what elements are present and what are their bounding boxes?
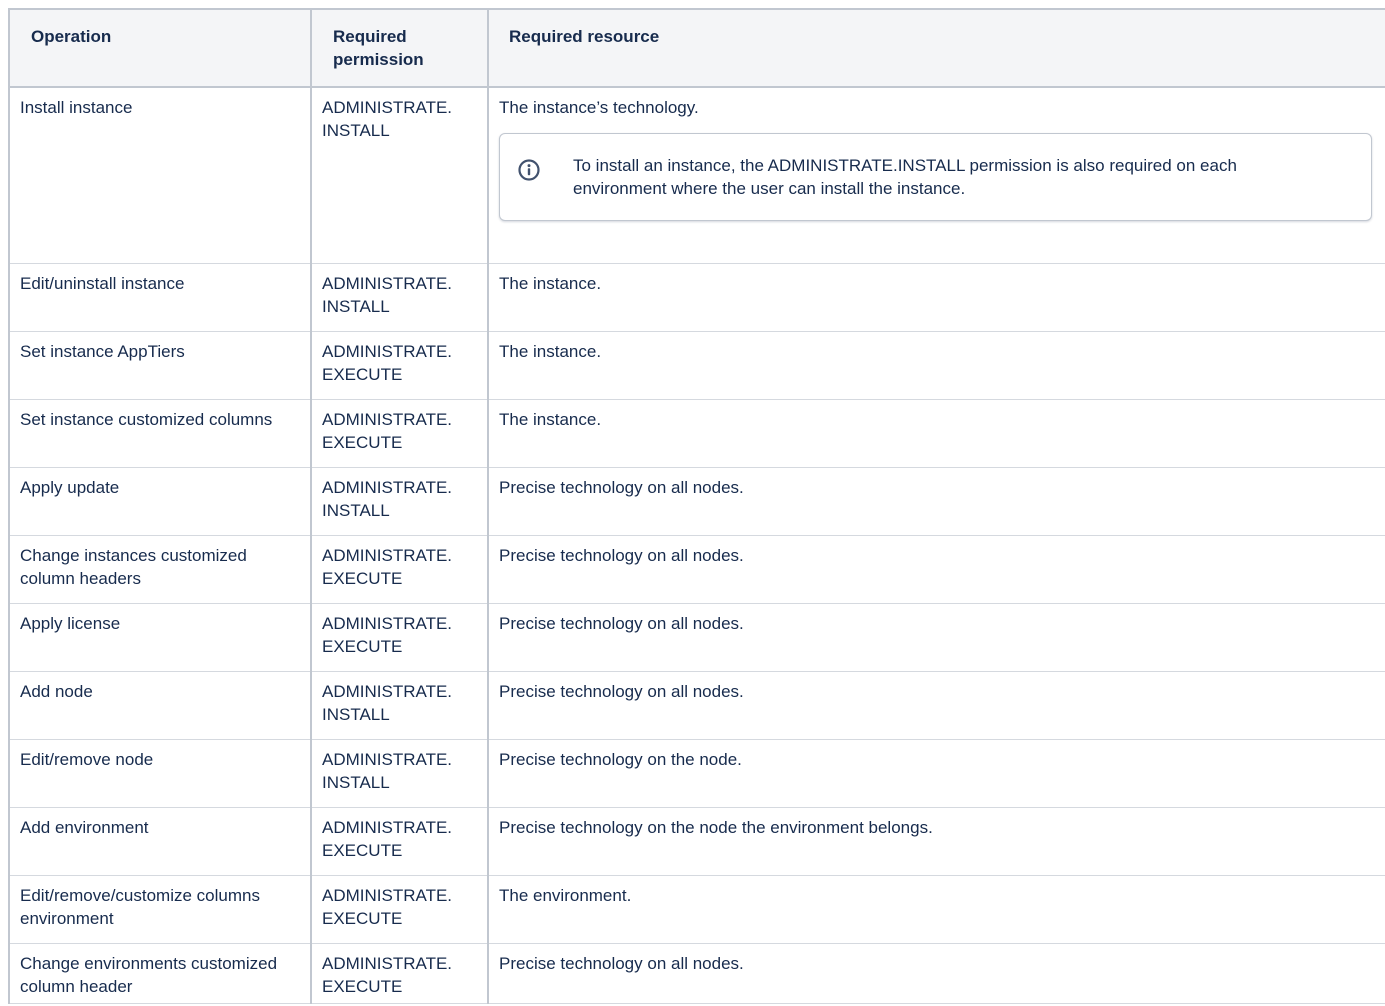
permission-text: ADMINISTRATE. EXECUTE bbox=[322, 409, 453, 452]
operation-cell: Change instances customized column heade… bbox=[8, 534, 312, 604]
table-row: Apply license ADMINISTRATE. EXECUTE Precis… bbox=[8, 602, 1385, 672]
table-row: Change instances customized column heade… bbox=[8, 534, 1385, 604]
info-circle-icon bbox=[518, 159, 540, 181]
resource-cell: The instance. bbox=[487, 398, 1385, 468]
permission-text: ADMINISTRATE. INSTALL bbox=[322, 98, 453, 140]
operation-cell: Add environment bbox=[8, 806, 312, 876]
permissions-table: Operation Required permission Required r… bbox=[8, 8, 1385, 1004]
header-row: Operation Required permission Required r… bbox=[8, 8, 1385, 88]
resource-cell: Precise technology on the node. bbox=[487, 738, 1385, 808]
operation-cell: Add node bbox=[8, 670, 312, 740]
resource-text: The instance’s technology. bbox=[499, 98, 699, 117]
permission-text: ADMINISTRATE. EXECUTE bbox=[322, 341, 453, 384]
permission-cell: ADMINISTRATE. EXECUTE bbox=[310, 330, 489, 400]
permission-cell: ADMINISTRATE. INSTALL bbox=[310, 738, 489, 808]
table-row: Change environments customized column he… bbox=[8, 942, 1385, 1004]
permission-cell: ADMINISTRATE. INSTALL bbox=[310, 670, 489, 740]
resource-cell: Precise technology on all nodes. bbox=[487, 670, 1385, 740]
resource-cell: The environment. bbox=[487, 874, 1385, 944]
permission-cell: ADMINISTRATE. EXECUTE bbox=[310, 534, 489, 604]
header-required-resource: Required resource bbox=[487, 8, 1385, 88]
operation-cell: Edit/remove/customize columns environmen… bbox=[8, 874, 312, 944]
table-row: Edit/uninstall instance ADMINISTRATE. INS… bbox=[8, 262, 1385, 332]
permission-text: ADMINISTRATE. INSTALL bbox=[322, 273, 453, 316]
operation-cell: Apply update bbox=[8, 466, 312, 536]
permission-text: ADMINISTRATE. INSTALL bbox=[322, 477, 453, 520]
resource-cell: Precise technology on all nodes. bbox=[487, 534, 1385, 604]
resource-cell: The instance. bbox=[487, 330, 1385, 400]
table-row: Add node ADMINISTRATE. INSTALL Precise tec… bbox=[8, 670, 1385, 740]
resource-cell: The instance. bbox=[487, 262, 1385, 332]
permission-cell: ADMINISTRATE. EXECUTE bbox=[310, 942, 489, 1004]
table-row: Edit/remove node ADMINISTRATE. INSTALL Pre… bbox=[8, 738, 1385, 808]
table-row: Edit/remove/customize columns environmen… bbox=[8, 874, 1385, 944]
permission-text: ADMINISTRATE. EXECUTE bbox=[322, 885, 453, 928]
operation-cell: Edit/remove node bbox=[8, 738, 312, 808]
permission-text: ADMINISTRATE. EXECUTE bbox=[322, 545, 453, 588]
permission-text: ADMINISTRATE. INSTALL bbox=[322, 681, 453, 724]
operation-cell: Apply license bbox=[8, 602, 312, 672]
operation-cell: Set instance AppTiers bbox=[8, 330, 312, 400]
operation-cell: Set instance customized columns bbox=[8, 398, 312, 468]
operation-cell: Change environments customized column he… bbox=[8, 942, 312, 1004]
permission-text: ADMINISTRATE. INSTALL bbox=[322, 749, 453, 792]
table-body: Install instance ADMINISTRATE. INSTALL T… bbox=[8, 86, 1385, 1004]
permission-text: ADMINISTRATE. EXECUTE bbox=[322, 953, 453, 996]
permission-cell: ADMINISTRATE. INSTALL bbox=[310, 86, 489, 264]
header-required-permission-label: Required permission bbox=[333, 27, 424, 69]
table-row: Install instance ADMINISTRATE. INSTALL T… bbox=[8, 86, 1385, 264]
table-row: Set instance AppTiers ADMINISTRATE. EXECU… bbox=[8, 330, 1385, 400]
resource-cell: The instance’s technology. To install an… bbox=[487, 86, 1385, 264]
permission-text: ADMINISTRATE. EXECUTE bbox=[322, 613, 453, 656]
info-panel-text: To install an instance, the ADMINISTRATE… bbox=[573, 156, 1237, 198]
resource-cell: Precise technology on all nodes. bbox=[487, 942, 1385, 1004]
info-panel: To install an instance, the ADMINISTRATE… bbox=[499, 133, 1372, 221]
operation-cell: Install instance bbox=[8, 86, 312, 264]
permission-cell: ADMINISTRATE. EXECUTE bbox=[310, 806, 489, 876]
table-row: Add environment ADMINISTRATE. EXECUTE Prec… bbox=[8, 806, 1385, 876]
permission-cell: ADMINISTRATE. EXECUTE bbox=[310, 398, 489, 468]
table-row: Apply update ADMINISTRATE. INSTALL Precise… bbox=[8, 466, 1385, 536]
header-operation: Operation bbox=[8, 8, 312, 88]
table-header: Operation Required permission Required r… bbox=[8, 8, 1385, 88]
permission-cell: ADMINISTRATE. EXECUTE bbox=[310, 874, 489, 944]
permission-text: ADMINISTRATE. EXECUTE bbox=[322, 817, 453, 860]
permission-cell: ADMINISTRATE. INSTALL bbox=[310, 466, 489, 536]
operation-cell: Edit/uninstall instance bbox=[8, 262, 312, 332]
table-row: Set instance customized columns ADMINISTR… bbox=[8, 398, 1385, 468]
resource-cell: Precise technology on all nodes. bbox=[487, 602, 1385, 672]
resource-cell: Precise technology on all nodes. bbox=[487, 466, 1385, 536]
resource-cell: Precise technology on the node the envir… bbox=[487, 806, 1385, 876]
header-required-permission: Required permission bbox=[310, 8, 489, 88]
permission-cell: ADMINISTRATE. EXECUTE bbox=[310, 602, 489, 672]
permission-cell: ADMINISTRATE. INSTALL bbox=[310, 262, 489, 332]
permissions-table-container: Operation Required permission Required r… bbox=[8, 8, 1385, 1004]
